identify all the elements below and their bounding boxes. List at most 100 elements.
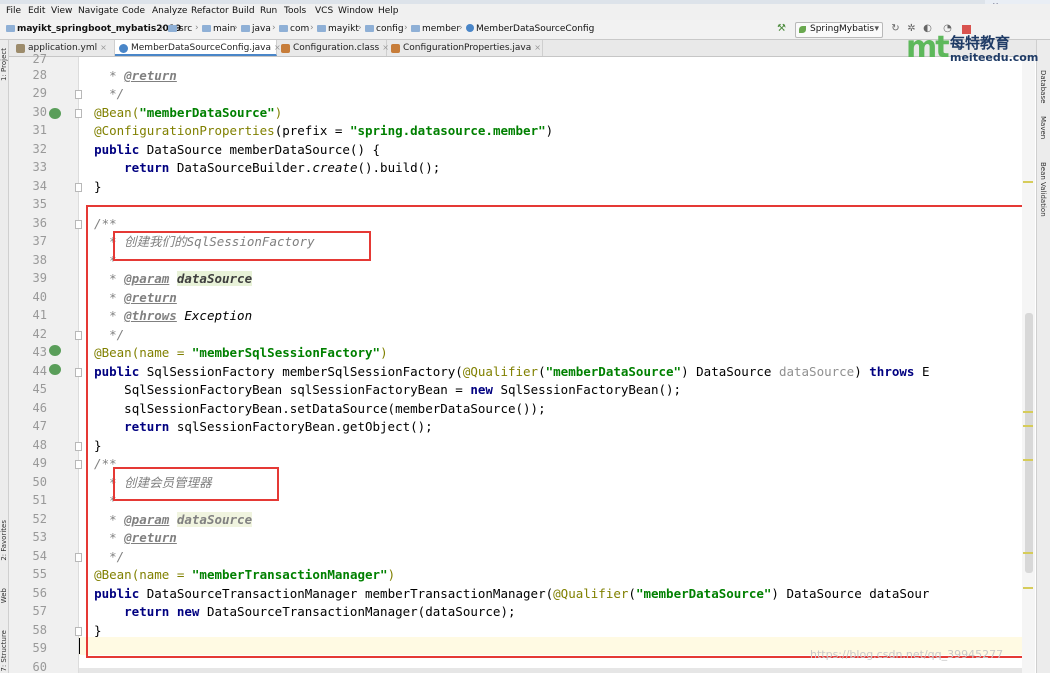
- menu-code[interactable]: Code: [122, 6, 145, 16]
- line-number: 55: [32, 567, 47, 581]
- watermark-logo: mt 每特教育 meiteedu.com: [906, 30, 1039, 72]
- menu-tools[interactable]: Tools: [284, 6, 306, 16]
- code-line-28: * @return: [79, 68, 177, 83]
- breadcrumb-class[interactable]: MemberDataSourceConfig: [466, 24, 594, 34]
- line-number: 45: [32, 382, 47, 396]
- horizontal-scrollbar[interactable]: [79, 668, 1022, 673]
- warning-marker[interactable]: [1023, 181, 1033, 183]
- menu-file[interactable]: File: [6, 6, 21, 16]
- left-tool-strip: 1: Project 2: Favorites Web 7: Structure: [0, 40, 9, 673]
- text-caret: [79, 638, 80, 654]
- chevron-right-icon: ›: [272, 23, 276, 33]
- line-number: 37: [32, 234, 47, 248]
- watermark-logo-domain: meiteedu.com: [950, 51, 1039, 64]
- tab-configuration-properties[interactable]: ConfigurationProperties.java ×: [387, 40, 543, 56]
- tool-maven[interactable]: Maven: [1039, 116, 1047, 139]
- line-number: 60: [32, 660, 47, 674]
- folder-icon: [202, 25, 211, 32]
- warning-marker[interactable]: [1023, 459, 1033, 461]
- highlight-box-comment-1: [113, 231, 371, 261]
- chevron-right-icon: ›: [459, 23, 463, 33]
- line-number: 48: [32, 438, 47, 452]
- chevron-right-icon: ›: [234, 23, 238, 33]
- warning-marker[interactable]: [1023, 411, 1033, 413]
- spring-bean-icon[interactable]: [49, 345, 61, 356]
- highlight-box-main: [86, 205, 1028, 658]
- menu-window[interactable]: Window: [338, 6, 374, 16]
- breadcrumb-java[interactable]: java: [241, 24, 271, 34]
- menu-build[interactable]: Build: [232, 6, 255, 16]
- warning-marker[interactable]: [1023, 552, 1033, 554]
- tool-project[interactable]: 1: Project: [0, 48, 8, 81]
- folder-icon: [365, 25, 374, 32]
- close-icon[interactable]: ×: [100, 43, 107, 52]
- run-config-select[interactable]: SpringMybatis ▾: [795, 22, 883, 38]
- breadcrumb-main[interactable]: main: [202, 24, 236, 34]
- line-number: 44: [32, 364, 47, 378]
- warning-marker[interactable]: [1023, 587, 1033, 589]
- editor-gutter[interactable]: 27 28 29 30 31 32 33 34 35 36 37 38 39 4…: [9, 52, 82, 674]
- tool-database[interactable]: Database: [1039, 70, 1047, 103]
- spring-bean-icon[interactable]: [49, 364, 61, 375]
- tab-configuration-class[interactable]: Configuration.class ×: [277, 40, 389, 56]
- breadcrumb-project[interactable]: mayikt_springboot_mybatis2019: [6, 24, 181, 34]
- spring-leaf-icon: [799, 26, 806, 33]
- line-number: 43: [32, 345, 47, 359]
- highlight-box-comment-2: [113, 467, 279, 501]
- code-line-32: public DataSource memberDataSource() {: [94, 142, 381, 157]
- menu-run[interactable]: Run: [260, 6, 277, 16]
- editor-tab-bar: application.yml × MemberDataSourceConfig.…: [9, 40, 1036, 57]
- tool-favorites[interactable]: 2: Favorites: [0, 520, 8, 561]
- close-icon[interactable]: ×: [534, 43, 541, 52]
- spring-bean-icon[interactable]: [49, 108, 61, 119]
- menu-navigate[interactable]: Navigate: [78, 6, 118, 16]
- breadcrumb-com[interactable]: com: [279, 24, 309, 34]
- breadcrumb-member[interactable]: member: [411, 24, 460, 34]
- right-tool-strip: Database Maven Bean Validation: [1036, 40, 1050, 673]
- tool-web[interactable]: Web: [0, 588, 8, 603]
- folder-icon: [279, 25, 288, 32]
- scrollbar-thumb[interactable]: [1025, 313, 1033, 573]
- line-number: 27: [32, 52, 47, 66]
- breadcrumb-mayikt[interactable]: mayikt: [317, 24, 359, 34]
- menu-vcs[interactable]: VCS: [315, 6, 333, 16]
- chevron-right-icon: ›: [404, 23, 408, 33]
- line-number: 54: [32, 549, 47, 563]
- tool-bean-validation[interactable]: Bean Validation: [1039, 162, 1047, 217]
- line-number: 52: [32, 512, 47, 526]
- code-line-29: */: [79, 86, 125, 101]
- code-line-33: return DataSourceBuilder.create().build(…: [124, 160, 441, 175]
- line-number: 31: [32, 123, 47, 137]
- run-config-label: SpringMybatis: [810, 24, 875, 34]
- menu-help[interactable]: Help: [378, 6, 399, 16]
- line-number: 46: [32, 401, 47, 415]
- menu-view[interactable]: View: [51, 6, 72, 16]
- class-file-icon: [119, 44, 128, 53]
- line-number: 30: [32, 105, 47, 119]
- breadcrumb-src[interactable]: src: [168, 24, 192, 34]
- chevron-right-icon: ›: [160, 23, 164, 33]
- breadcrumb-config[interactable]: config: [365, 24, 404, 34]
- vertical-scrollbar[interactable]: [1022, 57, 1035, 673]
- annotation-file-icon: [391, 44, 400, 53]
- hammer-icon[interactable]: ⚒: [776, 23, 787, 34]
- folder-icon: [6, 25, 15, 32]
- code-line-31: @ConfigurationProperties(prefix = "sprin…: [94, 123, 554, 138]
- tool-structure[interactable]: 7: Structure: [0, 630, 8, 672]
- menu-edit[interactable]: Edit: [28, 6, 45, 16]
- rerun-icon[interactable]: ↻: [890, 23, 901, 34]
- line-number: 49: [32, 456, 47, 470]
- code-line-34: }: [79, 179, 102, 194]
- chevron-right-icon: ›: [195, 23, 199, 33]
- menu-refactor[interactable]: Refactor: [191, 6, 229, 16]
- line-number: 56: [32, 586, 47, 600]
- chevron-down-icon: ▾: [874, 24, 879, 34]
- line-number: 39: [32, 271, 47, 285]
- warning-marker[interactable]: [1023, 425, 1033, 427]
- folder-icon: [317, 25, 326, 32]
- line-number: 50: [32, 475, 47, 489]
- folder-icon: [241, 25, 250, 32]
- menu-analyze[interactable]: Analyze: [152, 6, 187, 16]
- line-number: 33: [32, 160, 47, 174]
- tab-member-datasource-config[interactable]: MemberDataSourceConfig.java ×: [115, 40, 281, 56]
